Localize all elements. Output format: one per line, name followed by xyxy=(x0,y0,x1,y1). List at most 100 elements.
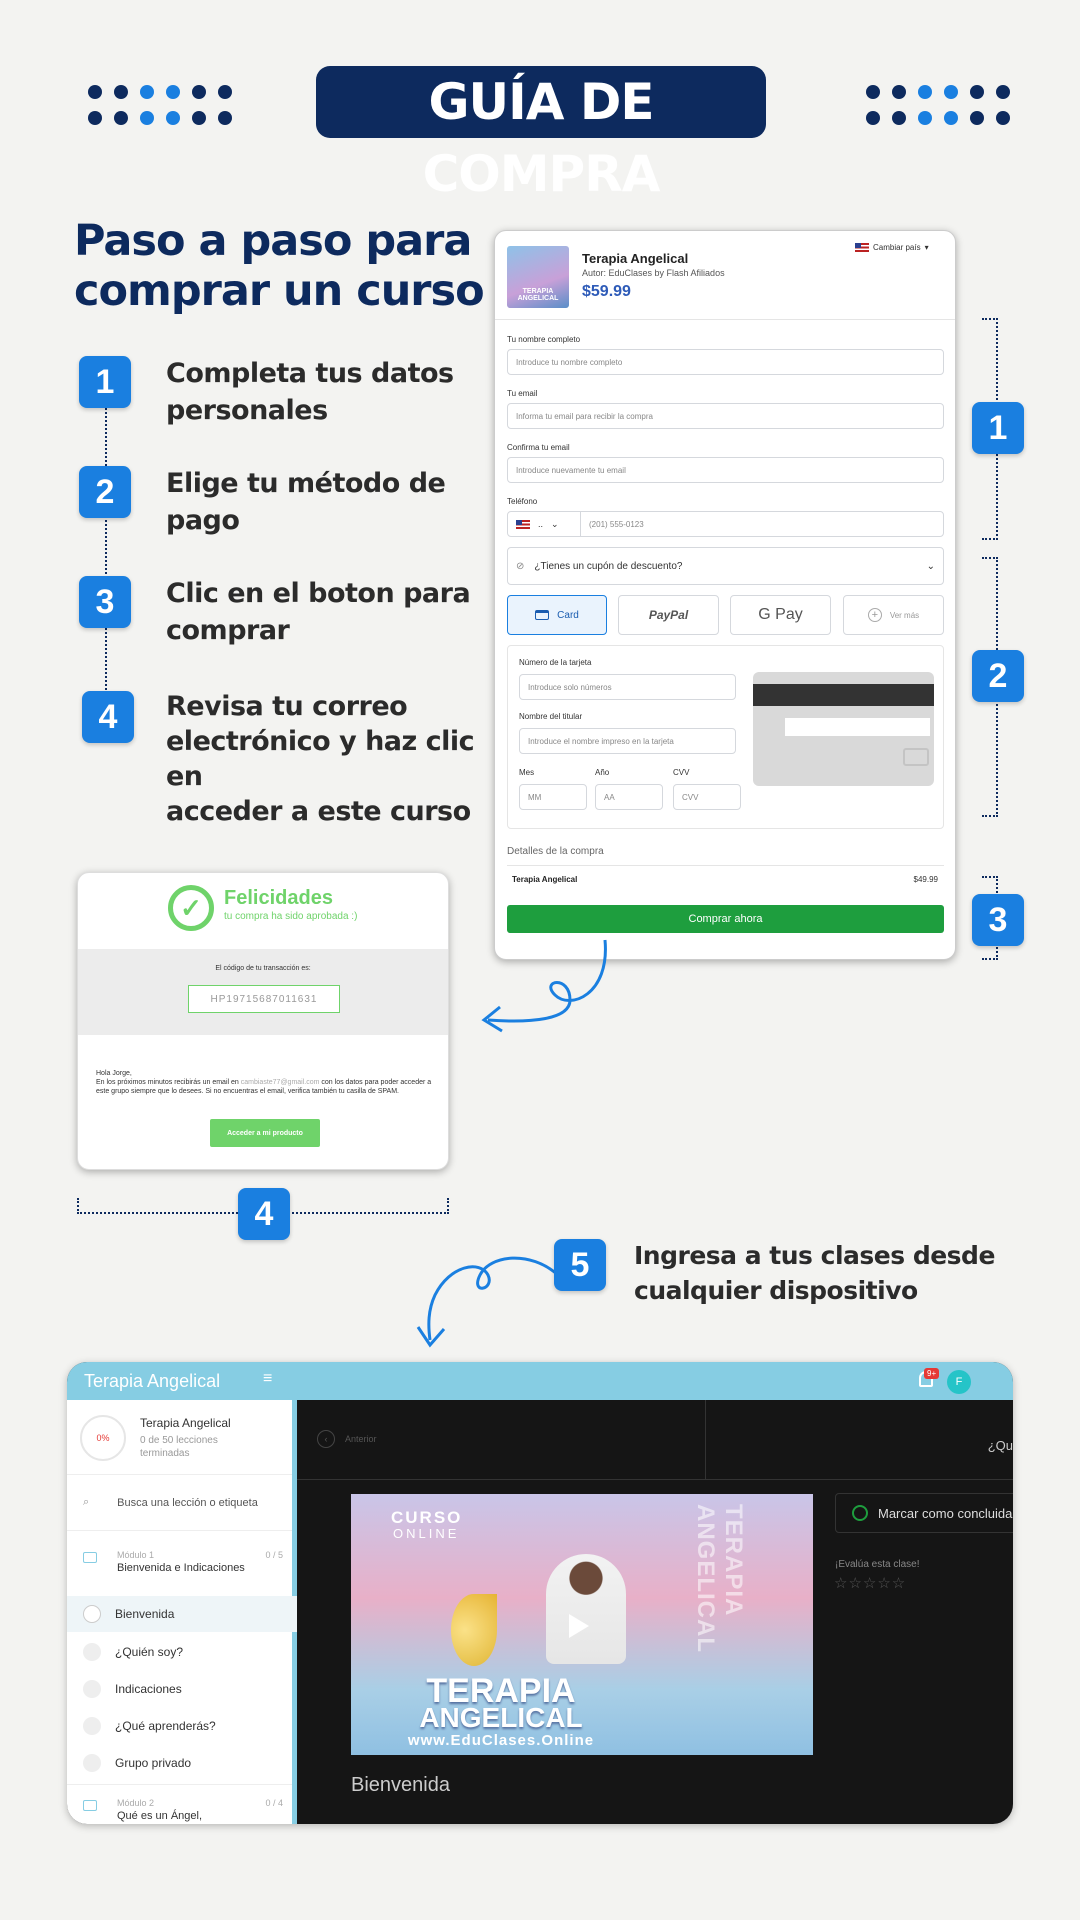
phone-country-code: .. xyxy=(538,519,544,529)
cvv-label: CVV xyxy=(673,768,690,777)
folder-icon xyxy=(83,1800,97,1811)
checkout-screenshot: Cambiar país ▾ TERAPIA ANGELICAL Terapia… xyxy=(494,230,956,960)
module-1-title: Bienvenida e Indicaciones xyxy=(117,1562,245,1574)
coupon-label: ¿Tienes un cupón de descuento? xyxy=(534,560,683,572)
confirm-email-label: Confirma tu email xyxy=(507,443,570,452)
cvv-input[interactable]: CVV xyxy=(673,784,741,810)
mark-complete-label: Marcar como concluida xyxy=(878,1505,1013,1521)
product-author: Autor: EduClases by Flash Afiliados xyxy=(582,268,725,278)
buy-now-button[interactable]: Comprar ahora xyxy=(507,905,944,933)
step-2-line-1: Elige tu método de xyxy=(166,468,446,499)
circle-icon xyxy=(852,1505,868,1521)
card-form-panel: Número de la tarjeta Introduce solo núme… xyxy=(507,645,944,829)
pay-more-button[interactable]: + Ver más xyxy=(843,595,944,635)
video-player[interactable]: CURSO ONLINE TERAPIA ANGELICAL TERAPIA A… xyxy=(351,1494,813,1755)
phone-country-select[interactable]: .. ⌄ xyxy=(507,511,581,537)
month-input[interactable]: MM xyxy=(519,784,587,810)
divider xyxy=(67,1784,292,1785)
step-4-number: 4 xyxy=(82,691,134,743)
video-url: www.EduClases.Online xyxy=(407,1732,595,1749)
menu-icon[interactable]: ≡ xyxy=(263,1370,272,1388)
caret-down-icon: ▾ xyxy=(924,243,929,252)
mark-complete-button[interactable]: Marcar como concluida xyxy=(835,1493,1013,1533)
success-body-a: En los próximos minutos recibirás un ema… xyxy=(96,1079,239,1086)
access-product-button[interactable]: Acceder a mi producto xyxy=(210,1119,320,1147)
lessons-finished: terminadas xyxy=(140,1448,190,1459)
step-2-text: Elige tu método de pago xyxy=(166,465,486,539)
folder-icon xyxy=(83,1552,97,1563)
lesson-item[interactable]: ¿Qué aprenderás? xyxy=(67,1708,297,1744)
curly-arrow-to-platform xyxy=(416,1256,559,1348)
chevron-down-icon: ⌄ xyxy=(926,560,935,572)
wing-icon xyxy=(451,1594,497,1666)
card-signature-strip xyxy=(785,718,930,736)
card-cvv-box xyxy=(903,748,929,766)
change-country-link[interactable]: Cambiar país ▾ xyxy=(855,243,929,252)
lesson-item[interactable]: Grupo privado xyxy=(67,1745,297,1781)
video-side-text: TERAPIA ANGELICAL xyxy=(692,1504,747,1653)
next-lesson-button[interactable]: ¿Qu xyxy=(988,1438,1013,1453)
success-greeting: Hola Jorge, xyxy=(96,1070,132,1077)
lesson-status-circle xyxy=(83,1605,101,1623)
card-number-input[interactable]: Introduce solo números xyxy=(519,674,736,700)
transaction-code: HP19715687011631 xyxy=(188,985,340,1013)
decorative-dots-left xyxy=(88,85,232,125)
steps-connector xyxy=(105,380,107,710)
divider xyxy=(67,1530,292,1531)
success-message: Hola Jorge, En los próximos minutos reci… xyxy=(96,1069,436,1096)
divider xyxy=(67,1474,292,1475)
card-holder-input[interactable]: Introduce el nombre impreso en la tarjet… xyxy=(519,728,736,754)
year-label: Año xyxy=(595,768,610,777)
divider xyxy=(507,865,944,866)
avatar[interactable]: F xyxy=(947,1370,971,1394)
lesson-search-placeholder: Busca una lección o etiqueta xyxy=(117,1496,258,1509)
pay-card-button[interactable]: Card xyxy=(507,595,607,635)
star-rating[interactable]: ☆☆☆☆☆ xyxy=(834,1574,906,1592)
change-country-label: Cambiar país xyxy=(873,243,921,252)
instructor-figure xyxy=(546,1554,626,1664)
purchase-item-price: $49.99 xyxy=(913,875,938,884)
email-input[interactable]: Informa tu email para recibir la compra xyxy=(507,403,944,429)
coupon-toggle[interactable]: ⊘ ¿Tienes un cupón de descuento? ⌄ xyxy=(507,547,944,585)
name-input[interactable]: Introduce tu nombre completo xyxy=(507,349,944,375)
purchase-item-name: Terapia Angelical xyxy=(512,875,578,884)
us-flag-icon xyxy=(516,519,530,529)
prev-lesson-button[interactable]: ‹ Anterior xyxy=(317,1430,377,1448)
pay-paypal-button[interactable]: PayPal xyxy=(618,595,719,635)
checkout-step-2-number: 2 xyxy=(972,650,1024,702)
prev-lesson-label: Anterior xyxy=(345,1434,377,1444)
step-5-line-2: cualquier dispositivo xyxy=(634,1276,918,1305)
lesson-label: Bienvenida xyxy=(115,1607,175,1621)
lesson-item[interactable]: ¿Quién soy? xyxy=(67,1634,297,1670)
step-1-text: Completa tus datos personales xyxy=(166,355,486,429)
product-name: Terapia Angelical xyxy=(582,251,689,266)
purchase-details-title: Detalles de la compra xyxy=(507,846,604,857)
lesson-label: Grupo privado xyxy=(115,1756,192,1770)
plus-circle-icon: + xyxy=(867,608,882,622)
video-title-line-2: ANGELICAL xyxy=(419,1702,583,1733)
pay-gpay-button[interactable]: G Pay xyxy=(730,595,831,635)
divider xyxy=(705,1400,706,1480)
step-4-line-3: acceder a este curso xyxy=(166,796,471,827)
lesson-item[interactable]: Indicaciones xyxy=(67,1671,297,1707)
year-input[interactable]: AA xyxy=(595,784,663,810)
transaction-code-label: El código de tu transacción es: xyxy=(215,965,311,972)
checkout-step-3-number: 3 xyxy=(972,894,1024,946)
lesson-item[interactable]: Bienvenida xyxy=(67,1596,297,1632)
phone-input[interactable]: (201) 555-0123 xyxy=(580,511,944,537)
product-thumbnail-text: TERAPIA ANGELICAL xyxy=(517,288,559,302)
lesson-status-circle xyxy=(83,1754,101,1772)
step-5-number: 5 xyxy=(554,1239,606,1291)
curly-arrow-to-success xyxy=(481,939,607,1033)
success-step-4-number: 4 xyxy=(238,1188,290,1240)
confirm-email-input[interactable]: Introduce nuevamente tu email xyxy=(507,457,944,483)
lesson-label: ¿Quién soy? xyxy=(115,1645,184,1659)
lesson-search[interactable]: ⌕ Busca una lección o etiqueta xyxy=(83,1496,258,1509)
credit-card-icon xyxy=(535,610,550,620)
step-4-line-1: Revisa tu correo xyxy=(166,691,408,722)
divider xyxy=(495,319,955,320)
play-icon[interactable] xyxy=(569,1614,589,1638)
card-magstripe xyxy=(753,684,934,706)
step-5-text: Ingresa a tus clases desde cualquier dis… xyxy=(634,1238,1034,1308)
check-circle-icon: ✓ xyxy=(168,885,214,931)
